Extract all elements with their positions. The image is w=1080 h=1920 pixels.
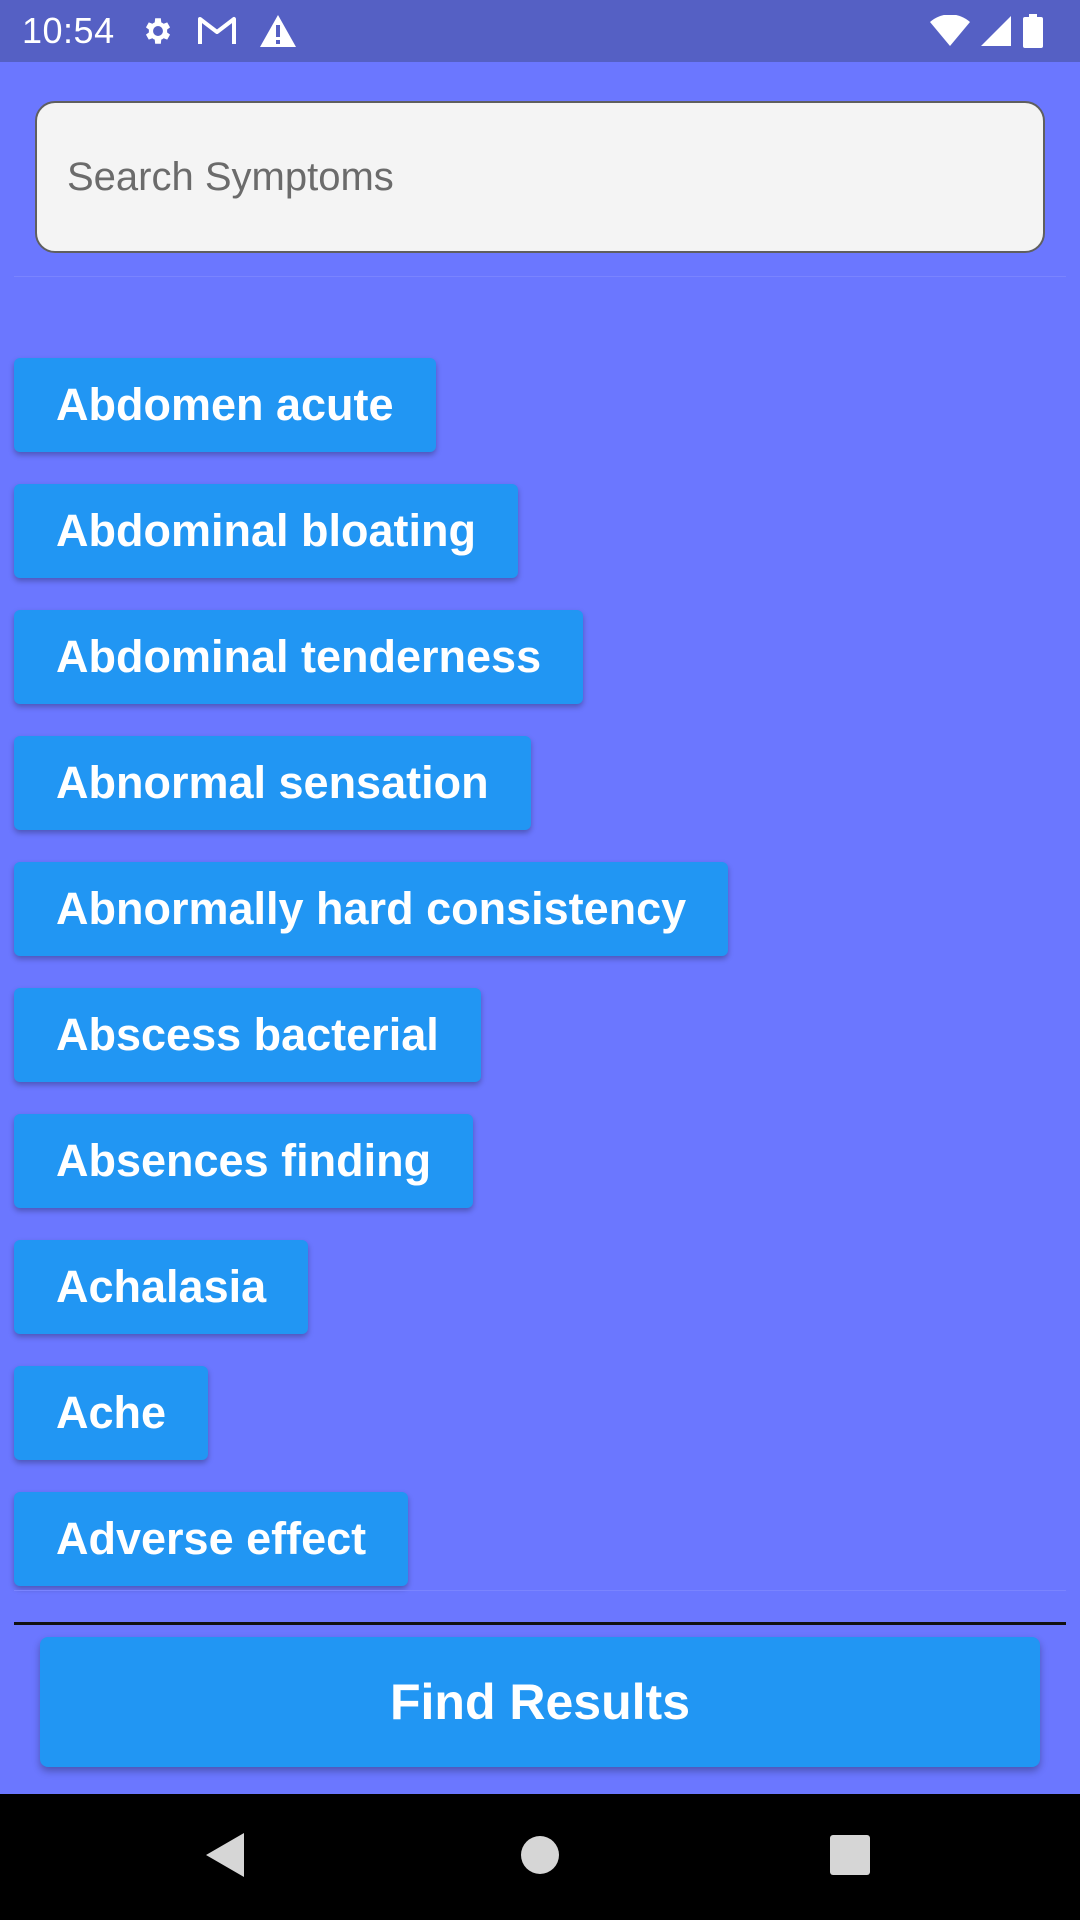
symptom-button-ache[interactable]: Ache (14, 1366, 209, 1460)
action-divider (14, 1622, 1066, 1625)
gear-icon (141, 14, 175, 48)
list-end-divider (14, 1590, 1066, 1591)
back-icon (204, 1832, 246, 1883)
find-results-button[interactable]: Find Results (40, 1637, 1040, 1767)
wifi-icon (930, 15, 970, 47)
symptom-button-abscess-bacterial[interactable]: Abscess bacterial (14, 988, 481, 1082)
battery-icon (1022, 14, 1044, 48)
search-box[interactable] (35, 101, 1045, 253)
system-icons (930, 14, 1058, 48)
symptom-button-achalasia[interactable]: Achalasia (14, 1240, 309, 1334)
search-input[interactable] (67, 103, 1043, 251)
home-icon (520, 1835, 560, 1880)
recents-icon (830, 1834, 870, 1880)
recents-button[interactable] (770, 1794, 930, 1920)
symptom-button-absences-finding[interactable]: Absences finding (14, 1114, 474, 1208)
cell-signal-icon (980, 15, 1012, 47)
divider (14, 276, 1066, 277)
symptom-button-abnormally-hard-consistency[interactable]: Abnormally hard consistency (14, 862, 729, 956)
gmail-icon (197, 15, 237, 47)
symptom-button-adverse-effect[interactable]: Adverse effect (14, 1492, 409, 1586)
symptom-list: Abdomen acute Abdominal bloating Abdomin… (14, 358, 729, 1586)
navigation-bar (0, 1794, 1080, 1920)
status-time: 10:54 (22, 10, 115, 51)
symptom-button-abdominal-tenderness[interactable]: Abdominal tenderness (14, 610, 584, 704)
symptom-button-abnormal-sensation[interactable]: Abnormal sensation (14, 736, 531, 830)
warning-icon (259, 14, 297, 48)
symptom-button-abdominal-bloating[interactable]: Abdominal bloating (14, 484, 518, 578)
symptom-button-abdomen-acute[interactable]: Abdomen acute (14, 358, 436, 452)
back-button[interactable] (145, 1794, 305, 1920)
status-bar: 10:54 (0, 0, 1080, 62)
notification-icons (141, 14, 297, 48)
home-button[interactable] (460, 1794, 620, 1920)
